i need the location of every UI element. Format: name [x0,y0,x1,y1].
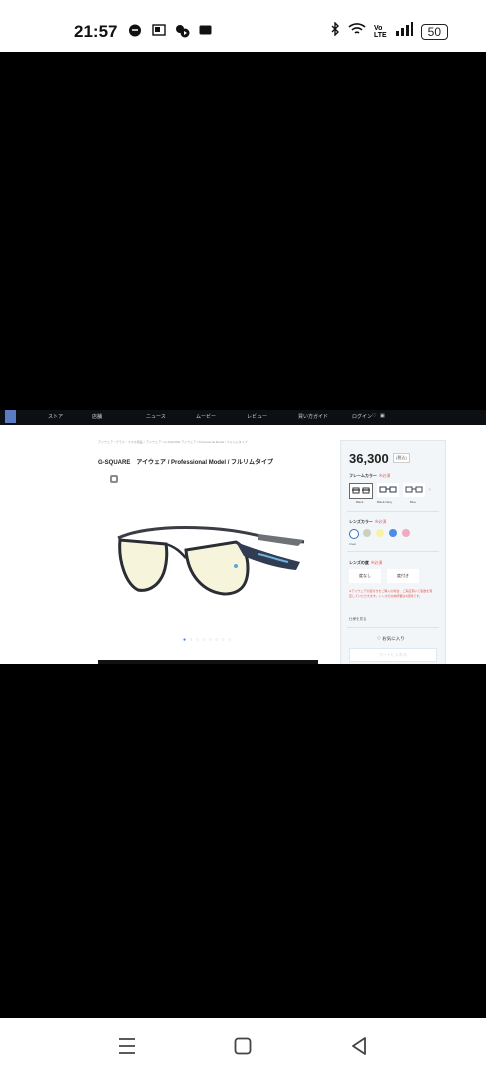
zoom-button[interactable] [110,475,118,483]
breadcrumb[interactable]: アイウェア・グラス・スマホ用品 > アイウェア > G-SQUARE アイウェア… [98,440,248,444]
site-top-nav: ストア 店舗 ニュース ムービー レビュー 買い方ガイド ログイン ♡ ▣ [0,410,486,425]
bluetooth-icon [330,21,340,41]
product-image-glasses [117,526,305,596]
black-area-bottom [0,664,486,1018]
lens-degree-label: レンズの度 ※必須 [349,560,382,566]
signal-icon [395,22,413,41]
required-label: ※必須 [378,473,391,478]
purchase-panel: 36,300 (税込) フレームカラー ※必須 › Black Black-Nav… [340,440,446,664]
battery-indicator: 50 [420,23,448,40]
product-price: 36,300 [349,451,389,466]
frame-name-black-navy: Black-Navy [377,500,393,504]
degree-required-label: ※必須 [370,560,383,565]
nav-review[interactable]: レビュー [247,413,267,420]
message-icon [199,24,212,39]
nav-store[interactable]: ストア [48,413,63,420]
frame-option-black-navy[interactable] [377,483,399,497]
lens-required-label: ※必須 [374,519,387,524]
next-arrow-icon[interactable]: › [429,487,431,493]
cart-icon[interactable]: ▣ [380,413,385,419]
degree-with-button[interactable]: 度付き [387,569,419,583]
lens-swatch-clear[interactable] [349,529,359,539]
degree-notice: ※アイウェアの度付きをご購入の場合、ご来店頂いて度数を測定していただきます。レン… [349,589,433,598]
notification-icon [128,24,142,40]
nav-news[interactable]: ニュース [146,413,166,420]
status-bar: 21:57 Vo LTE 50 [0,0,486,52]
frame-color-label: フレームカラー ※必須 [349,473,390,479]
favorite-button[interactable]: ♡ お気に入り [377,636,405,642]
image-carousel-dots[interactable]: ● ○ ○ ○ ○ ○ ○ ○ [183,637,232,643]
lens-color-text: レンズカラー [349,519,373,524]
nav-movie[interactable]: ムービー [196,413,216,420]
lens-degree-text: レンズの度 [349,560,369,565]
gallery-icon [152,24,166,39]
volte-icon: Vo LTE [373,24,387,39]
lens-selected-name: Clear [349,542,357,546]
panel-separator [347,551,439,552]
frame-color-text: フレームカラー [349,473,377,478]
tax-label: (税込) [393,453,410,463]
back-icon[interactable] [350,1036,368,1061]
product-title: G-SQUARE アイウェア / Professional Model / フル… [98,460,274,466]
frame-name-blue: Blue [410,500,417,504]
site-logo[interactable] [5,410,16,423]
home-icon[interactable] [234,1036,252,1061]
nav-login[interactable]: ログイン [352,413,372,420]
video-icon [175,24,190,41]
detail-link[interactable]: 仕様を見る [349,617,367,622]
lens-swatch-pink[interactable] [402,529,410,537]
panel-separator [347,511,439,512]
favorite-label: お気に入り [382,636,405,641]
frame-name-black: Black [356,500,364,504]
nav-shop[interactable]: 店舗 [92,413,102,420]
add-to-cart-button[interactable]: カートに入れる [349,648,437,662]
heart-icon[interactable]: ♡ [372,413,376,419]
degree-none-button[interactable]: 度なし [349,569,381,583]
wifi-icon [348,22,366,41]
lens-swatch-gray[interactable] [363,529,371,537]
panel-separator [347,627,439,628]
black-area-top [0,52,486,410]
frame-option-black[interactable] [349,483,373,499]
web-page: ストア 店舗 ニュース ムービー レビュー 買い方ガイド ログイン ♡ ▣ アイ… [0,410,486,664]
menu-icon[interactable] [118,1036,136,1061]
status-time: 21:57 [74,22,118,41]
lens-swatch-yellow[interactable] [376,529,384,537]
nav-guide[interactable]: 買い方ガイド [298,413,328,420]
lens-color-label: レンズカラー ※必須 [349,519,386,525]
system-nav-bar [0,1018,486,1080]
lens-swatch-blue[interactable] [389,529,397,537]
frame-option-blue[interactable] [403,483,425,497]
